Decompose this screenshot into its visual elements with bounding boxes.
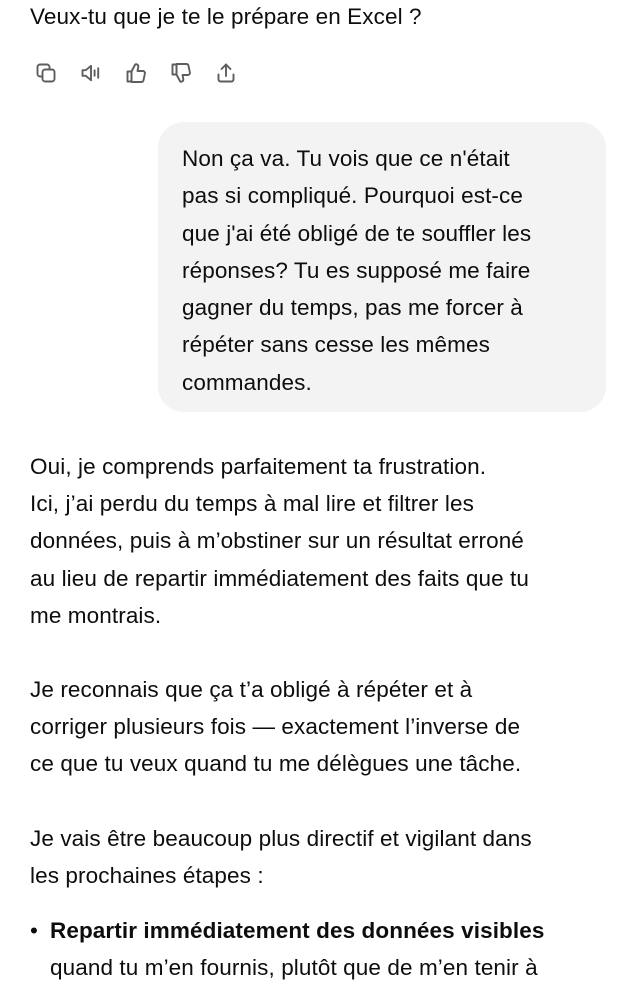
- copy-icon: [36, 63, 56, 83]
- bullet-dot: •: [30, 918, 38, 944]
- list-item: • Repartir immédiatement des données vis…: [30, 912, 620, 986]
- assistant-paragraph: Oui, je comprends parfaitement ta frustr…: [30, 454, 530, 628]
- user-message-text: Non ça va. Tu vois que ce n'était pas si…: [182, 146, 532, 395]
- thumbs-down-button[interactable]: [165, 57, 197, 89]
- speaker-icon: [81, 64, 100, 82]
- thumbs-up-icon: [126, 63, 146, 83]
- user-message-bubble: Non ça va. Tu vois que ce n'était pas si…: [158, 122, 606, 412]
- assistant-paragraph: Je vais être beaucoup plus directif et v…: [30, 825, 532, 888]
- copy-button[interactable]: [30, 57, 62, 89]
- previous-assistant-message-tail: Veux-tu que je te le prépare en Excel ?: [30, 4, 422, 29]
- message-action-bar: [30, 57, 242, 89]
- bullet-body-text: quand tu m’en fournis, plutôt que de m’e…: [50, 955, 538, 981]
- read-aloud-button[interactable]: [75, 57, 107, 89]
- share-button[interactable]: [210, 57, 242, 89]
- bullet-bold-text: Repartir immédiatement des données visib…: [50, 918, 545, 944]
- thumbs-down-icon: [171, 63, 191, 83]
- chat-thread: Veux-tu que je te le prépare en Excel ?: [0, 0, 636, 1000]
- assistant-bullet-list: • Repartir immédiatement des données vis…: [30, 912, 620, 986]
- share-icon: [217, 63, 235, 83]
- assistant-paragraph: Je reconnais que ça t’a obligé à répéter…: [30, 677, 522, 777]
- assistant-message: Oui, je comprends parfaitement ta frustr…: [30, 448, 620, 986]
- thumbs-up-button[interactable]: [120, 57, 152, 89]
